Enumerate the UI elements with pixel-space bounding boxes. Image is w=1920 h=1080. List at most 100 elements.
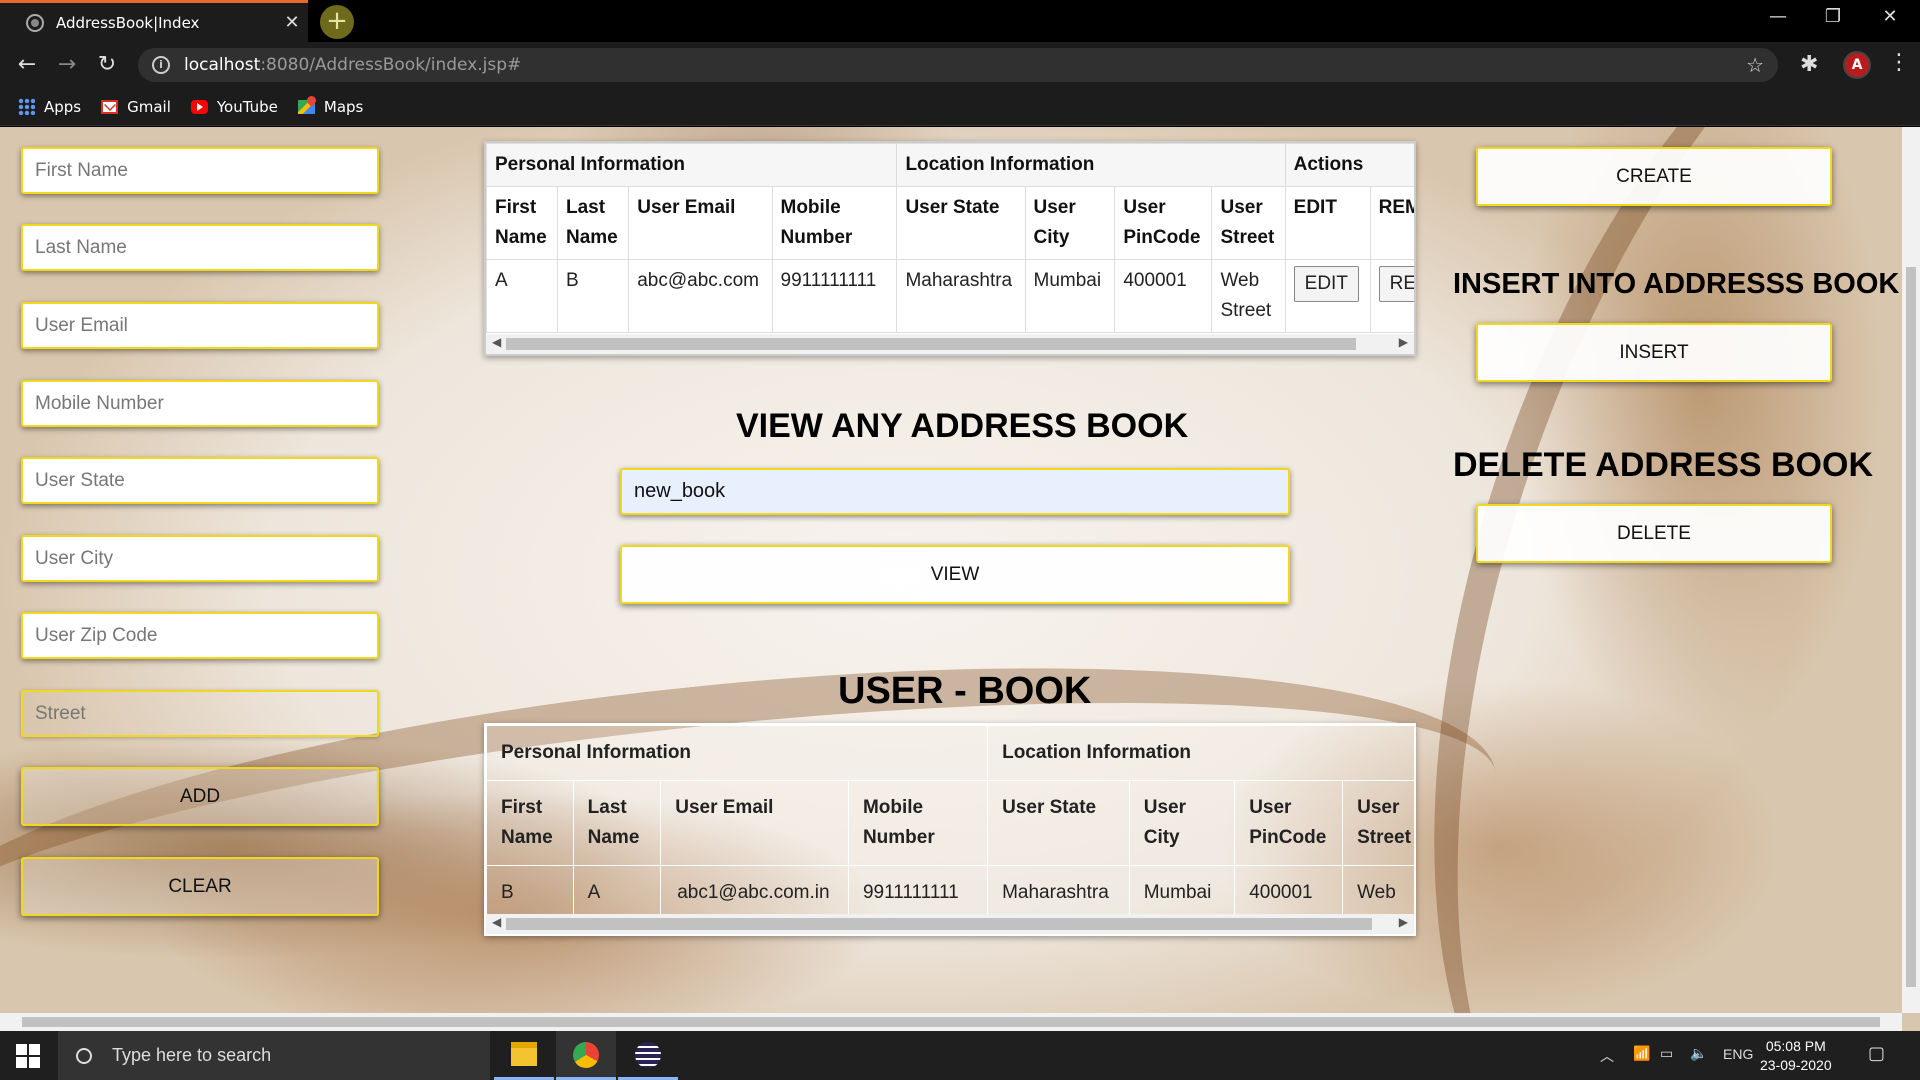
create-button[interactable]: CREATE bbox=[1476, 147, 1832, 206]
chrome-icon bbox=[573, 1042, 599, 1068]
scroll-left-icon[interactable]: ◀ bbox=[492, 915, 501, 929]
page-horizontal-scrollbar[interactable] bbox=[0, 1013, 1902, 1031]
address-book-table: Personal Information Location Informatio… bbox=[484, 141, 1416, 356]
scroll-thumb[interactable] bbox=[22, 1017, 1880, 1027]
scroll-thumb[interactable] bbox=[506, 338, 1356, 350]
tab-bar: AddressBook|Index ✕ + — ❐ ✕ bbox=[0, 0, 1920, 42]
clear-button[interactable]: CLEAR bbox=[21, 857, 379, 916]
close-window-icon[interactable]: ✕ bbox=[1870, 6, 1910, 27]
last-name-field[interactable] bbox=[21, 224, 379, 271]
volume-icon[interactable]: 🔈 bbox=[1690, 1046, 1707, 1062]
bookmark-maps[interactable]: Maps bbox=[297, 97, 364, 116]
table-row: A B abc@abc.com 9911111111 Maharashtra M… bbox=[486, 259, 1414, 333]
page-favicon-icon bbox=[26, 13, 44, 32]
insert-button[interactable]: INSERT bbox=[1476, 323, 1832, 382]
cell-pincode: 400001 bbox=[1114, 259, 1213, 333]
zip-code-field[interactable] bbox=[21, 612, 379, 659]
bookmark-apps[interactable]: Apps bbox=[18, 98, 81, 116]
group-header-location: Location Information bbox=[987, 725, 1414, 781]
first-name-field[interactable] bbox=[21, 147, 379, 194]
chrome-app[interactable] bbox=[556, 1031, 616, 1080]
state-field[interactable] bbox=[21, 457, 379, 504]
column-header: User PinCode bbox=[1234, 780, 1344, 866]
bookmark-label: Apps bbox=[44, 97, 82, 116]
search-placeholder: Type here to search bbox=[112, 1045, 272, 1065]
cell-state: Maharashtra bbox=[896, 259, 1026, 333]
bookmark-label: Gmail bbox=[127, 97, 171, 116]
forward-icon[interactable]: → bbox=[52, 51, 82, 81]
clock-time: 05:08 PM bbox=[1765, 1038, 1826, 1054]
apps-icon bbox=[18, 98, 35, 115]
bookmark-gmail[interactable]: Gmail bbox=[101, 98, 171, 116]
bookmark-youtube[interactable]: YouTube bbox=[190, 97, 278, 116]
language-indicator[interactable]: ENG bbox=[1723, 1046, 1753, 1062]
scroll-left-icon[interactable]: ◀ bbox=[492, 335, 501, 349]
scroll-right-icon[interactable]: ▶ bbox=[1399, 335, 1408, 349]
cell-city: Mumbai bbox=[1024, 259, 1116, 333]
view-button[interactable]: VIEW bbox=[620, 545, 1290, 604]
browser-tab[interactable]: AddressBook|Index ✕ bbox=[0, 0, 308, 42]
delete-button[interactable]: DELETE bbox=[1476, 504, 1832, 563]
cell-mobile: 9911111111 bbox=[771, 259, 898, 333]
user-book-table: Personal Information Location Informatio… bbox=[484, 723, 1416, 936]
extensions-puzzle-icon[interactable]: ✱ bbox=[1800, 52, 1818, 77]
table-horizontal-scrollbar[interactable]: ◀ ▶ bbox=[486, 334, 1414, 354]
column-header: User Email bbox=[628, 186, 773, 260]
page-viewport: ADD CLEAR Personal Information Location … bbox=[0, 127, 1920, 1031]
bookmark-label: YouTube bbox=[216, 97, 278, 116]
scroll-thumb[interactable] bbox=[1906, 267, 1916, 987]
reload-icon[interactable]: ↻ bbox=[92, 51, 122, 81]
taskbar-search-box[interactable]: Type here to search bbox=[58, 1031, 490, 1080]
column-header: Last Name bbox=[572, 780, 662, 866]
table-horizontal-scrollbar[interactable]: ◀ ▶ bbox=[486, 914, 1414, 934]
scroll-right-icon[interactable]: ▶ bbox=[1399, 915, 1408, 929]
system-clock[interactable]: 05:08 PM 23-09-2020 bbox=[1760, 1037, 1832, 1075]
taskbar: Type here to search ︿ 📶 ▭ 🔈 ENG 05:08 PM… bbox=[0, 1031, 1920, 1080]
tray-chevron-icon[interactable]: ︿ bbox=[1600, 1046, 1614, 1066]
remove-row-button[interactable]: REMOVE bbox=[1378, 266, 1414, 302]
bookmark-star-icon[interactable]: ☆ bbox=[1746, 53, 1764, 77]
profile-avatar[interactable]: A bbox=[1843, 51, 1871, 79]
maps-icon bbox=[297, 99, 315, 114]
street-field[interactable] bbox=[21, 690, 379, 737]
back-icon[interactable]: ← bbox=[12, 51, 42, 81]
cell-email: abc@abc.com bbox=[628, 259, 773, 333]
column-header: Mobile Number bbox=[771, 186, 898, 260]
eclipse-app[interactable] bbox=[618, 1031, 678, 1080]
edit-row-button[interactable]: EDIT bbox=[1293, 266, 1359, 302]
view-heading: VIEW ANY ADDRESS BOOK bbox=[736, 407, 1189, 445]
mobile-field[interactable] bbox=[21, 380, 379, 427]
notifications-icon[interactable]: ▢ bbox=[1868, 1043, 1885, 1064]
delete-heading: DELETE ADDRESS BOOK bbox=[1453, 446, 1874, 484]
url-field[interactable]: i localhost:8080/AddressBook/index.jsp# … bbox=[138, 48, 1778, 82]
network-icon[interactable]: 📶 bbox=[1633, 1046, 1650, 1062]
bookmark-label: Maps bbox=[323, 97, 364, 116]
file-explorer-app[interactable] bbox=[494, 1031, 554, 1080]
column-header: User City bbox=[1128, 780, 1236, 866]
cell-first-name: A bbox=[486, 259, 558, 333]
bookmarks-bar: Apps Gmail YouTube Maps bbox=[0, 88, 1920, 126]
column-header: First Name bbox=[486, 780, 574, 866]
close-tab-icon[interactable]: ✕ bbox=[276, 12, 308, 33]
site-info-icon[interactable]: i bbox=[152, 56, 170, 74]
minimize-icon[interactable]: — bbox=[1758, 6, 1798, 27]
group-header-location: Location Information bbox=[896, 143, 1286, 187]
city-field[interactable] bbox=[21, 535, 379, 582]
eclipse-icon bbox=[635, 1042, 661, 1068]
book-name-input[interactable] bbox=[620, 468, 1290, 515]
url-host: localhost bbox=[184, 55, 261, 75]
column-header: User State bbox=[987, 780, 1130, 866]
new-tab-button[interactable]: + bbox=[320, 5, 354, 39]
add-button[interactable]: ADD bbox=[21, 767, 379, 826]
column-header: EDIT bbox=[1284, 186, 1371, 260]
column-header: User Email bbox=[660, 780, 849, 866]
email-field[interactable] bbox=[21, 302, 379, 349]
windows-start-icon[interactable] bbox=[16, 1044, 40, 1068]
restore-icon[interactable]: ❐ bbox=[1813, 6, 1853, 27]
page-vertical-scrollbar[interactable] bbox=[1902, 127, 1920, 1013]
battery-icon[interactable]: ▭ bbox=[1660, 1046, 1673, 1062]
menu-kebab-icon[interactable]: ⋮ bbox=[1888, 50, 1910, 75]
column-header: User City bbox=[1024, 186, 1116, 260]
scroll-thumb[interactable] bbox=[506, 918, 1372, 930]
column-header: User State bbox=[896, 186, 1026, 260]
